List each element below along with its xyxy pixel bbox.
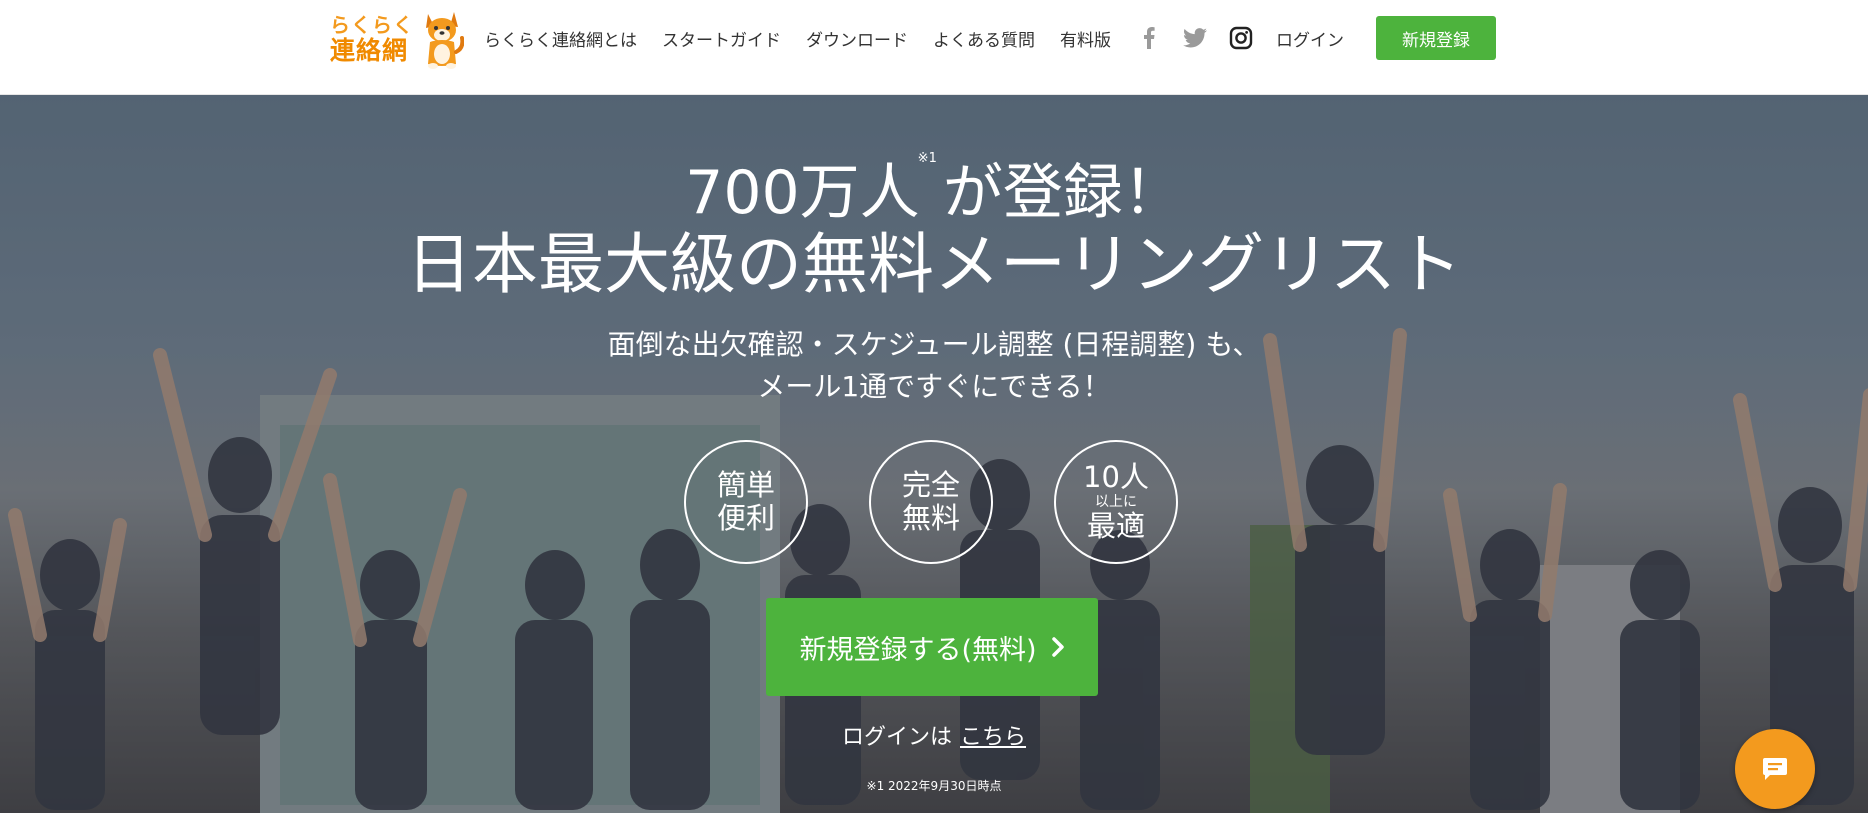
signup-free-button[interactable]: 新規登録する(無料) (766, 598, 1098, 696)
header-signup-button[interactable]: 新規登録 (1376, 16, 1496, 60)
badge-easy: 簡単 便利 (684, 440, 808, 564)
header-login-link[interactable]: ログイン (1276, 26, 1344, 51)
badge-group-size: 10人 以上に 最適 (1054, 440, 1178, 564)
hero-headline-line2: 日本最大級の無料メーリングリスト (406, 226, 1462, 303)
hero-login-line: ログインは こちら (0, 719, 1868, 751)
instagram-icon[interactable] (1228, 25, 1254, 51)
badge-easy-line2: 便利 (716, 501, 775, 535)
logo-line1: らくらく (330, 13, 414, 37)
badge-free-line1: 完全 (901, 468, 960, 502)
nav-item-paid-version[interactable]: 有料版 (1060, 26, 1111, 51)
login-prefix: ログインは (841, 725, 952, 750)
logo-line2: 連絡網 (330, 36, 409, 65)
nav-item-about[interactable]: らくらく連絡網とは (484, 26, 637, 51)
twitter-icon[interactable] (1182, 25, 1208, 51)
facebook-icon[interactable] (1136, 25, 1162, 51)
hero-section: 700万人※1 が登録！ 日本最大級の無料メーリングリスト 面倒な出欠確認・スケジ… (0, 95, 1868, 813)
main-nav: らくらく連絡網とは スタートガイド ダウンロード よくある質問 有料版 ログイン… (484, 16, 1496, 60)
social-links (1136, 25, 1254, 51)
headline-count: 700万人 (685, 158, 920, 228)
badge-free: 完全 無料 (869, 440, 993, 564)
login-here-link[interactable]: こちら (960, 725, 1026, 750)
chat-bubble-icon (1763, 758, 1787, 780)
site-logo[interactable]: らくらく 連絡網 (330, 8, 464, 70)
headline-footnote-mark: ※1 (917, 151, 937, 166)
chat-button[interactable] (1735, 729, 1815, 809)
nav-item-faq[interactable]: よくある質問 (933, 26, 1035, 51)
feature-badges: 簡単 便利 完全 無料 10人 以上に 最適 (684, 440, 1180, 566)
footnote: ※1 2022年9月30日時点 (866, 779, 1002, 793)
hero-subtitle-line1: 面倒な出欠確認・スケジュール調整 (日程調整) も、 (607, 328, 1261, 361)
dog-mascot-icon (426, 12, 464, 69)
hero-headline-line1: 700万人※1 が登録！ (0, 151, 1868, 229)
nav-item-start-guide[interactable]: スタートガイド (662, 26, 781, 51)
logo-text: らくらく 連絡網 (330, 15, 414, 63)
badge-easy-line1: 簡単 (716, 468, 775, 502)
headline-tail: が登録！ (942, 158, 1183, 228)
badge-free-line2: 無料 (901, 501, 960, 535)
nav-item-download[interactable]: ダウンロード (806, 26, 908, 51)
chevron-right-icon (1051, 636, 1065, 658)
signup-free-label: 新規登録する(無料) (799, 634, 1037, 666)
hero-subtitle-line2: メール1通ですぐにできる！ (757, 370, 1111, 403)
badge-group-line1: 10人 (1083, 460, 1149, 494)
badge-group-line2: 最適 (1086, 509, 1145, 543)
site-header: らくらく 連絡網 らくらく連絡網とは スタートガイド ダウンロード よくある質問… (0, 0, 1868, 95)
badge-group-small: 以上に (1095, 494, 1137, 510)
